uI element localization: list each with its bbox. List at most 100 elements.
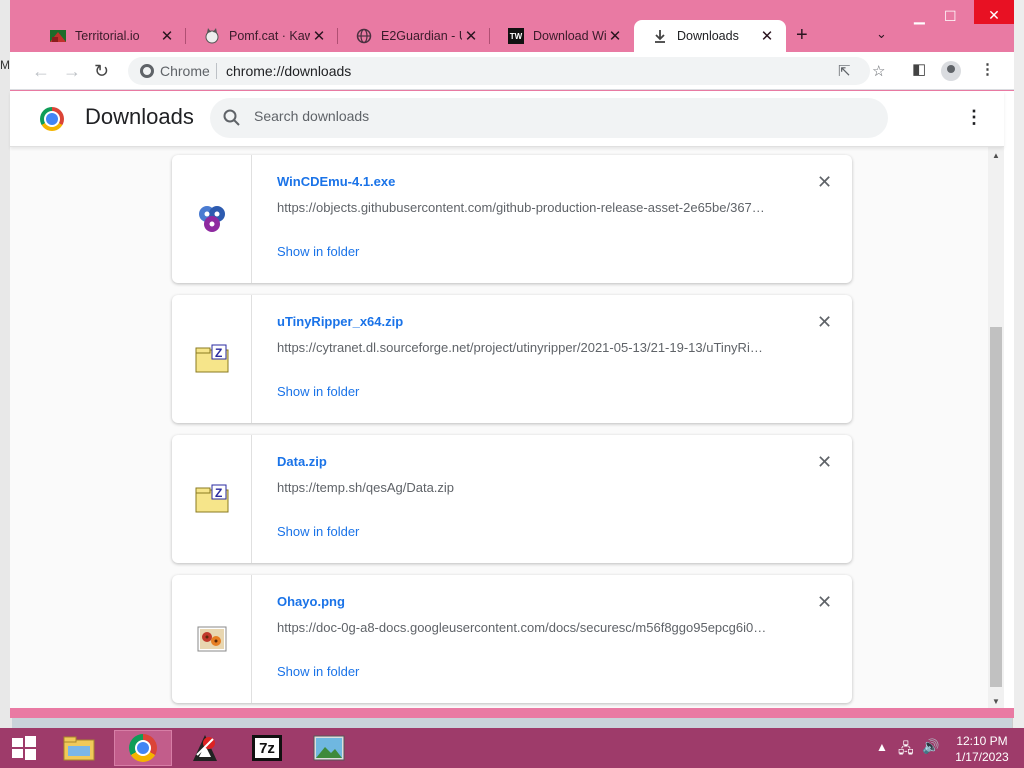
omnibox-divider [216, 63, 217, 79]
file-explorer-icon [63, 736, 95, 761]
show-in-folder-link[interactable]: Show in folder [277, 244, 359, 259]
taskbar-pinned-app[interactable] [176, 730, 234, 766]
page-title: Downloads [85, 104, 194, 129]
chrome-icon [129, 734, 157, 762]
show-hidden-icons[interactable]: ▲ [876, 740, 888, 754]
remove-item-icon[interactable]: ✕ [817, 313, 832, 331]
back-arrow-icon[interactable]: ← [32, 61, 50, 82]
download-item: Z Data.zip https://temp.sh/qesAg/Data.zi… [172, 435, 852, 563]
chrome-site-icon [140, 64, 154, 78]
close-icon[interactable]: ✕ [310, 27, 328, 45]
taskbar-photo-viewer[interactable] [300, 730, 358, 766]
tab-title: Download Wind [533, 29, 606, 43]
show-in-folder-link[interactable]: Show in folder [277, 384, 359, 399]
tab-title: Territorial.io [75, 29, 140, 43]
close-window-icon[interactable]: ✕ [974, 0, 1014, 24]
browser-menu-icon[interactable]: ⋮ [980, 60, 995, 78]
chrome-logo-icon [40, 107, 64, 131]
url-text[interactable]: chrome://downloads [226, 63, 351, 79]
download-item: Z uTinyRipper_x64.zip https://cytranet.d… [172, 295, 852, 423]
download-item: WinCDEmu-4.1.exe https://objects.githubu… [172, 155, 852, 283]
remove-item-icon[interactable]: ✕ [817, 173, 832, 191]
taskbar-file-explorer[interactable] [50, 730, 108, 766]
downloads-header: Downloads ⋮ [10, 91, 1004, 147]
tab-download-windows[interactable]: TW Download Wind ✕ [490, 20, 634, 52]
file-url[interactable]: https://cytranet.dl.sourceforge.net/proj… [277, 340, 777, 355]
show-in-folder-link[interactable]: Show in folder [277, 524, 359, 539]
taskbar-chrome[interactable] [114, 730, 172, 766]
tab-strip: Territorial.io ✕ Pomf.cat · Kawa ✕ E2Gua… [10, 0, 1014, 54]
clock-date: 1/17/2023 [955, 750, 1009, 764]
svg-text:Z: Z [215, 486, 222, 500]
search-input[interactable] [254, 108, 854, 124]
side-panel-icon[interactable]: ◧ [912, 60, 926, 78]
zip-archive-icon: Z [172, 295, 252, 423]
remove-item-icon[interactable]: ✕ [817, 593, 832, 611]
file-url[interactable]: https://doc-0g-a8-docs.googleusercontent… [277, 620, 777, 635]
site-label: Chrome [160, 63, 210, 79]
pinned-app-icon [193, 735, 217, 761]
territorial-icon [50, 28, 66, 44]
file-name-link[interactable]: Ohayo.png [277, 594, 345, 609]
more-actions-icon[interactable]: ⋮ [965, 107, 983, 128]
downloads-list: WinCDEmu-4.1.exe https://objects.githubu… [10, 147, 1004, 708]
system-clock[interactable]: 12:10 PM 1/17/2023 [950, 733, 1014, 765]
close-icon[interactable]: ✕ [758, 27, 776, 45]
file-name-link[interactable]: uTinyRipper_x64.zip [277, 314, 403, 329]
minimize-icon[interactable]: ▁ [914, 8, 925, 25]
file-name-link[interactable]: WinCDEmu-4.1.exe [277, 174, 395, 189]
browser-toolbar: ← → ↻ Chrome chrome://downloads ⇱ ☆ ◧ ⋮ [10, 52, 1014, 90]
desktop-edge-text: M [0, 58, 10, 72]
svg-text:Z: Z [215, 346, 222, 360]
photo-viewer-icon [313, 735, 345, 761]
vertical-scrollbar[interactable]: ▲ ▼ [988, 147, 1004, 708]
close-icon[interactable]: ✕ [462, 27, 480, 45]
file-url[interactable]: https://objects.githubusercontent.com/gi… [277, 200, 777, 215]
show-in-folder-link[interactable]: Show in folder [277, 664, 359, 679]
download-item: Ohayo.png https://doc-0g-a8-docs.googleu… [172, 575, 852, 703]
tab-territorial[interactable]: Territorial.io ✕ [32, 20, 186, 52]
pomf-cat-icon [204, 28, 220, 44]
tab-downloads[interactable]: Downloads ✕ [634, 20, 786, 52]
profile-avatar-icon[interactable] [941, 61, 961, 81]
network-icon[interactable]: 🖧 [898, 738, 914, 762]
browser-window: Territorial.io ✕ Pomf.cat · Kawa ✕ E2Gua… [10, 0, 1014, 718]
scroll-down-arrow-icon[interactable]: ▼ [992, 697, 1000, 706]
taskbar-7zip[interactable]: 7z [238, 730, 296, 766]
search-icon [223, 109, 240, 126]
search-box[interactable] [210, 98, 888, 138]
wincdemu-icon [172, 155, 252, 283]
maximize-icon[interactable]: ☐ [944, 8, 957, 25]
image-file-icon [172, 575, 252, 703]
clock-time: 12:10 PM [956, 734, 1008, 748]
download-icon [652, 28, 668, 44]
tab-e2guardian[interactable]: E2Guardian - Ur ✕ [338, 20, 490, 52]
close-icon[interactable]: ✕ [158, 27, 176, 45]
7zip-icon: 7z [252, 735, 282, 761]
file-name-link[interactable]: Data.zip [277, 454, 327, 469]
file-url[interactable]: https://temp.sh/qesAg/Data.zip [277, 480, 777, 495]
address-bar[interactable]: Chrome chrome://downloads ⇱ ☆ [128, 57, 885, 85]
tab-search-icon[interactable]: ⌄ [876, 26, 887, 42]
close-icon[interactable]: ✕ [606, 27, 624, 45]
forward-arrow-icon[interactable]: → [63, 61, 81, 82]
tab-title: Downloads [677, 29, 739, 43]
tab-pomf[interactable]: Pomf.cat · Kawa ✕ [186, 20, 338, 52]
start-button[interactable] [0, 730, 48, 766]
tw-icon: TW [508, 28, 524, 44]
volume-icon[interactable]: 🔊 [922, 738, 939, 755]
new-tab-button[interactable]: + [796, 24, 808, 47]
remove-item-icon[interactable]: ✕ [817, 453, 832, 471]
scroll-up-arrow-icon[interactable]: ▲ [992, 151, 1000, 160]
windows-logo-icon [12, 736, 36, 760]
zip-archive-icon: Z [172, 435, 252, 563]
scrollbar-thumb[interactable] [990, 327, 1002, 687]
bookmark-star-icon[interactable]: ☆ [872, 62, 885, 80]
tab-title: E2Guardian - Ur [381, 29, 462, 43]
reload-icon[interactable]: ↻ [94, 61, 109, 82]
globe-icon [356, 28, 372, 44]
downloads-page: Downloads ⋮ WinCDEmu-4.1.exe https://obj… [10, 91, 1014, 708]
taskbar: 7z ▲ 🖧 🔊 12:10 PM 1/17/2023 [0, 728, 1024, 768]
tab-title: Pomf.cat · Kawa [229, 29, 310, 43]
share-icon[interactable]: ⇱ [838, 62, 851, 80]
